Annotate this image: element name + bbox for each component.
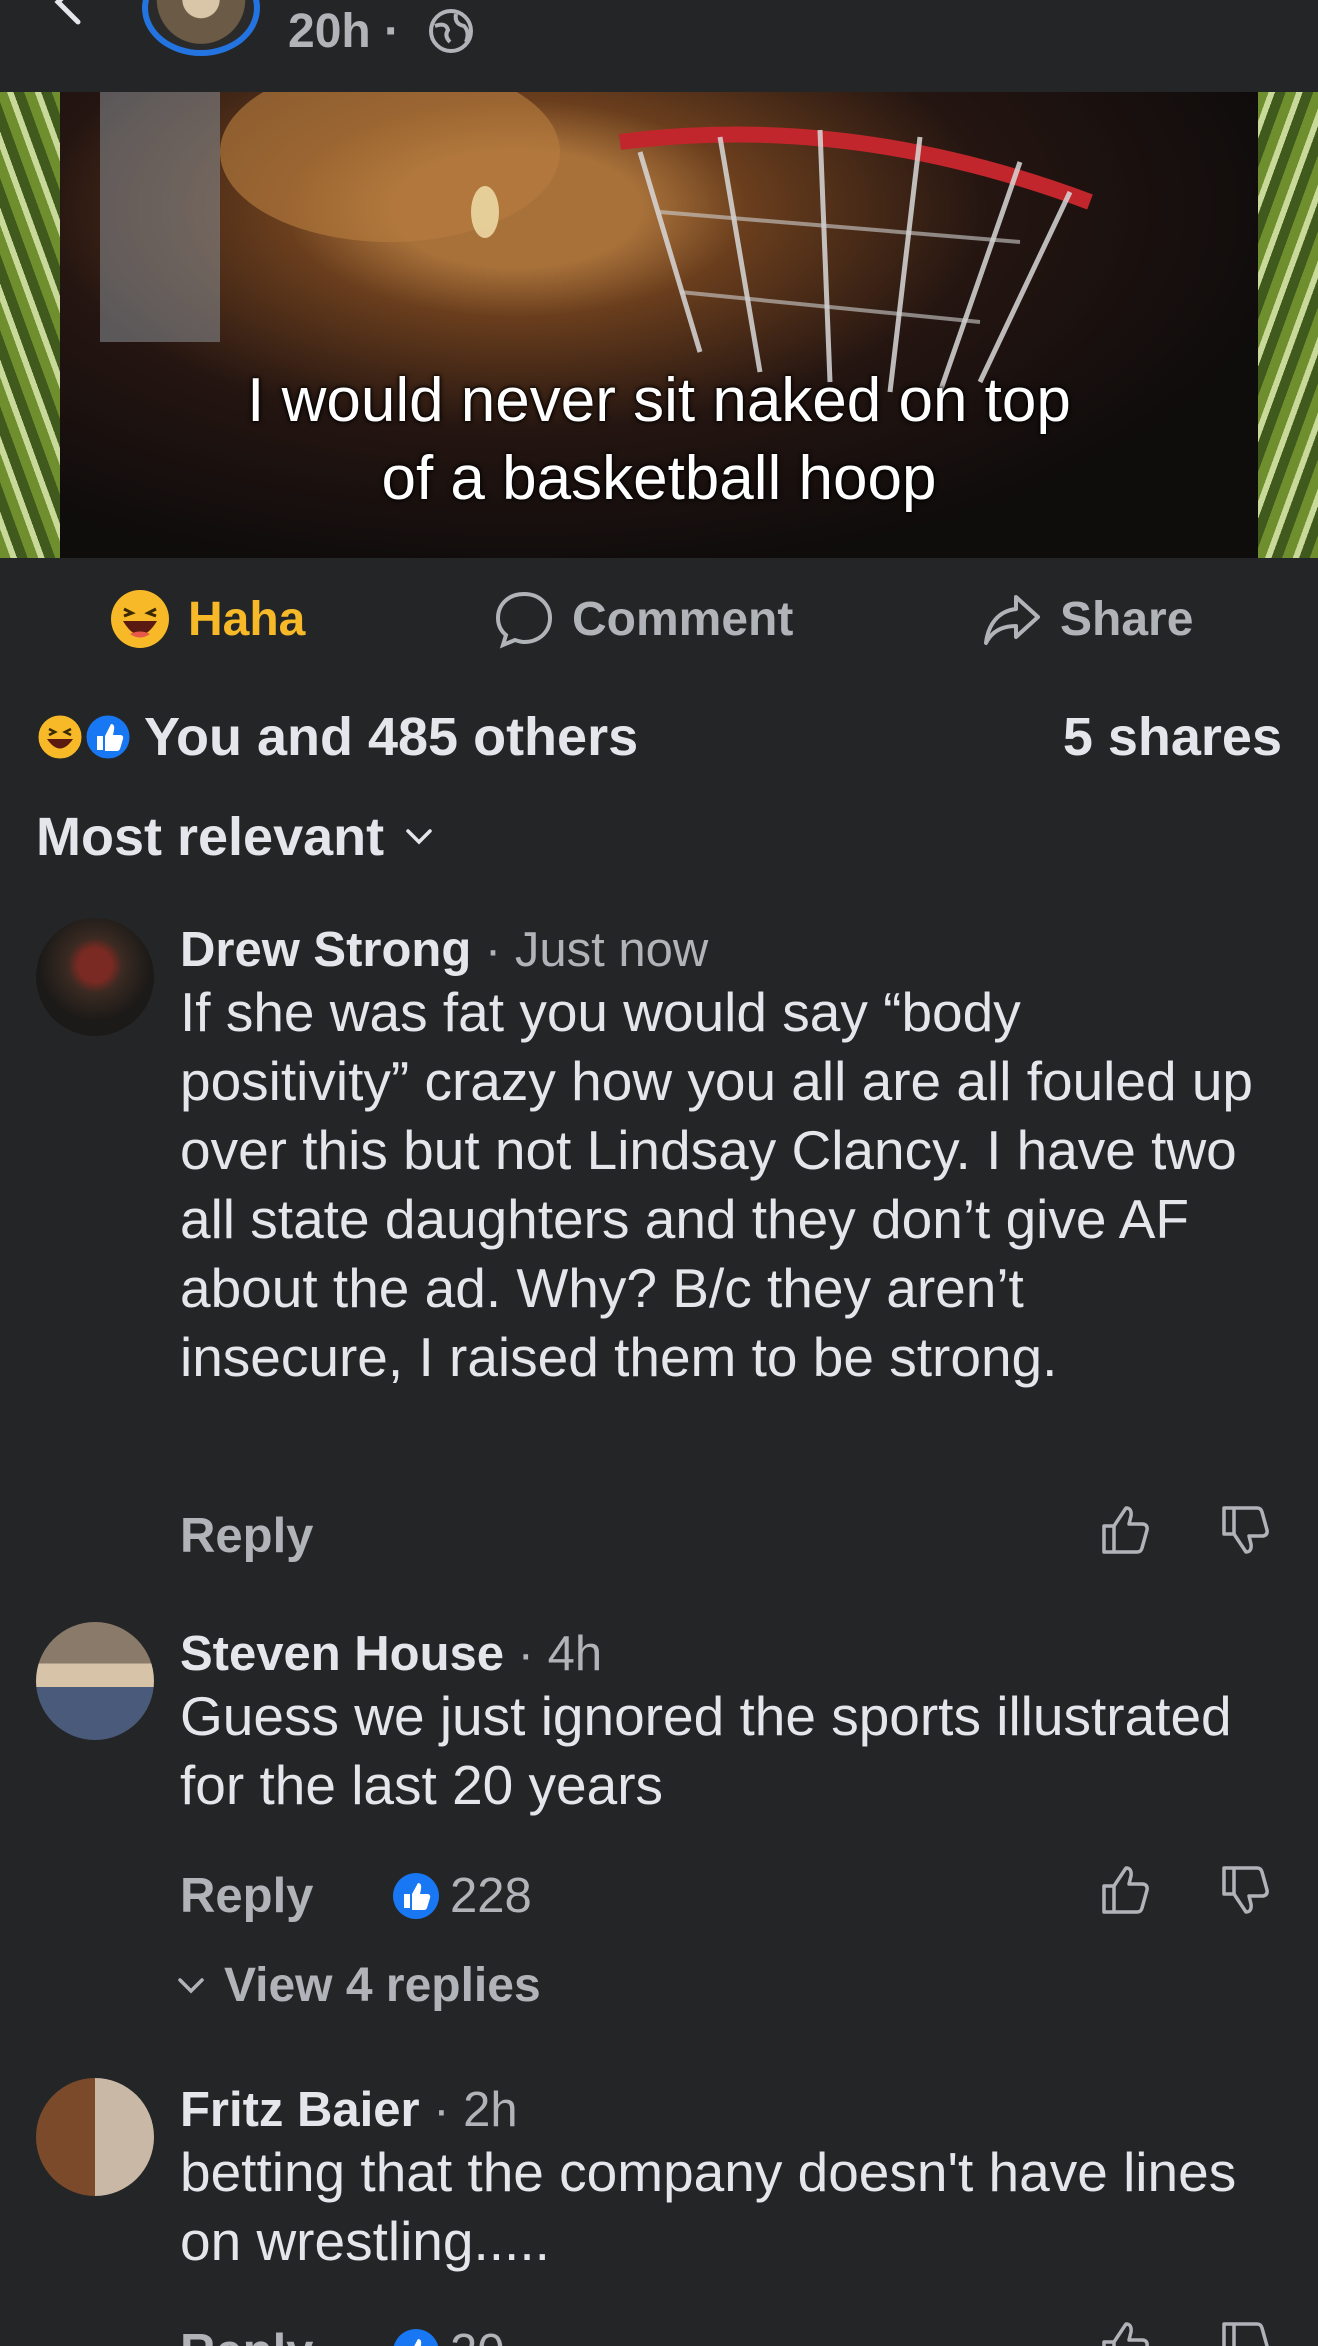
haha-emoji-icon <box>111 590 169 648</box>
comment-header: Drew Strong · Just now <box>180 918 708 982</box>
comment-item: Steven House · 4h Guess we just ignored … <box>0 1622 1318 2022</box>
view-replies-label: View 4 replies <box>224 1959 541 2012</box>
commenter-name[interactable]: Fritz Baier <box>180 2083 420 2137</box>
comment-header: Steven House · 4h <box>180 1622 602 1686</box>
reaction-icons <box>35 712 133 762</box>
like-thumb-icon <box>393 2329 439 2346</box>
share-arrow-icon <box>984 595 1040 645</box>
sort-label: Most relevant <box>36 807 385 867</box>
reactors-text[interactable]: You and 485 others <box>144 706 638 768</box>
more-options-icon[interactable] <box>1218 0 1278 6</box>
chevron-down-icon <box>178 1977 204 1993</box>
comment-time: · 2h <box>419 2083 518 2137</box>
post-time: 20h · <box>288 5 401 58</box>
video-border-right <box>1258 92 1318 558</box>
comment-time: · Just now <box>471 923 709 977</box>
comment-text: betting that the company doesn't have li… <box>180 2141 1237 2272</box>
like-count[interactable]: 228 <box>392 1868 532 1924</box>
post-actions: Haha Comment Share <box>0 558 1318 678</box>
commenter-avatar[interactable] <box>36 918 154 1036</box>
upvote-icon[interactable] <box>1098 1502 1154 1558</box>
downvote-icon[interactable] <box>1218 1862 1274 1918</box>
globe-icon <box>429 9 473 53</box>
comment-sort-dropdown[interactable]: Most relevant <box>36 806 434 868</box>
commenter-avatar[interactable] <box>36 2078 154 2196</box>
comment-time: · 4h <box>504 1627 603 1681</box>
share-button[interactable]: Share <box>982 584 1193 654</box>
video-caption: I would never sit naked on top of a bask… <box>60 362 1258 518</box>
comment-label: Comment <box>572 592 794 646</box>
caption-line-2: of a basketball hoop <box>381 444 937 513</box>
comment-text: Guess we just ignored the sports illustr… <box>180 1685 1232 1816</box>
comment-text: If she was fat you would say “body posit… <box>180 981 1254 1388</box>
back-arrow-icon[interactable] <box>42 0 92 30</box>
upvote-icon[interactable] <box>1098 1862 1154 1918</box>
reaction-summary[interactable]: You and 485 others 5 shares <box>0 700 1318 780</box>
comment-bubble-icon <box>495 591 553 649</box>
commenter-name[interactable]: Steven House <box>180 1627 504 1681</box>
commenter-name[interactable]: Drew Strong <box>180 923 471 977</box>
like-count[interactable]: 20 <box>392 2324 505 2346</box>
comment-header: Fritz Baier · 2h <box>180 2078 518 2142</box>
downvote-icon[interactable] <box>1218 2318 1274 2346</box>
video-border-left <box>0 92 62 558</box>
commenter-avatar[interactable] <box>36 1622 154 1740</box>
haha-label: Haha <box>188 592 306 646</box>
upvote-icon[interactable] <box>1098 2318 1154 2346</box>
share-label: Share <box>1060 592 1194 646</box>
like-thumb-icon <box>393 1873 439 1919</box>
haha-reaction-button[interactable]: Haha <box>110 584 305 654</box>
shares-count[interactable]: 5 shares <box>1063 706 1282 768</box>
reply-button[interactable]: Reply <box>180 2324 313 2346</box>
view-replies-button[interactable]: View 4 replies <box>176 1958 541 2013</box>
author-avatar[interactable] <box>142 0 260 56</box>
post-header: 20h · <box>0 0 1318 92</box>
chevron-down-icon <box>406 829 432 845</box>
downvote-icon[interactable] <box>1218 1502 1274 1558</box>
reply-button[interactable]: Reply <box>180 1508 313 1564</box>
comment-item: Drew Strong · Just now If she was fat yo… <box>0 918 1318 1578</box>
comment-button[interactable]: Comment <box>494 584 793 654</box>
comment-item: Fritz Baier · 2h betting that the compan… <box>0 2078 1318 2346</box>
post-video[interactable]: I would never sit naked on top of a bask… <box>0 92 1318 558</box>
like-count-value: 228 <box>450 1869 532 1923</box>
caption-line-1: I would never sit naked on top <box>247 366 1071 435</box>
reply-button[interactable]: Reply <box>180 1868 313 1924</box>
like-count-value: 20 <box>450 2324 505 2346</box>
